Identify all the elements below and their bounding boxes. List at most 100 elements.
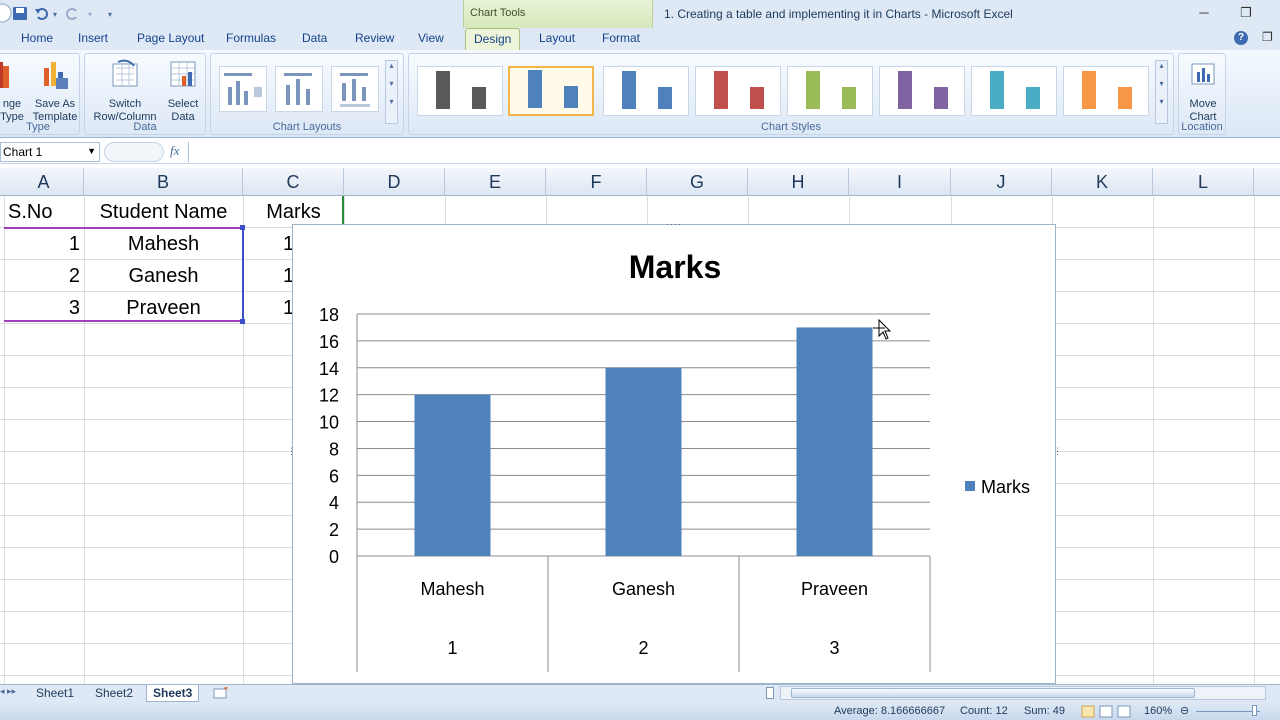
move-chart-icon: [1191, 63, 1215, 85]
legend-label: Marks: [981, 477, 1030, 497]
style-bar-1: [714, 71, 728, 109]
sheet-tab-1[interactable]: Sheet1: [30, 685, 80, 702]
column-header-j[interactable]: J: [951, 168, 1052, 196]
tab-view[interactable]: View: [418, 31, 444, 45]
zoom-out-icon[interactable]: ⊖: [1180, 704, 1189, 717]
cell-sno[interactable]: 1: [4, 233, 80, 256]
chart-style-1[interactable]: [417, 66, 503, 116]
save-as-template-label-1: Save As: [34, 98, 76, 110]
y-tick-label: 14: [319, 359, 339, 379]
type-group-label: Type: [26, 121, 50, 133]
switch-row-column-button[interactable]: Switch Row/Column: [89, 58, 161, 124]
style-bar-1: [990, 71, 1004, 109]
tab-design[interactable]: Design: [465, 28, 521, 50]
column-header-c[interactable]: C: [243, 168, 344, 196]
y-tick-label: 8: [329, 439, 339, 459]
chart-style-4[interactable]: [695, 66, 781, 116]
chart-style-5[interactable]: [787, 66, 873, 116]
column-header-b[interactable]: B: [84, 168, 243, 196]
switch-label-1: Switch: [108, 98, 142, 110]
zoom-level[interactable]: 160%: [1144, 705, 1172, 717]
column-header-i[interactable]: I: [849, 168, 951, 196]
help-icon[interactable]: ?: [1234, 31, 1248, 45]
layouts-scroll[interactable]: ▴ ▾ ▾: [385, 60, 398, 124]
tab-home[interactable]: Home: [21, 31, 53, 45]
layout-thumb-icon: [224, 73, 262, 105]
column-header-a[interactable]: A: [4, 168, 84, 196]
column-header-l[interactable]: L: [1153, 168, 1254, 196]
sheet-tab-3[interactable]: Sheet3: [146, 685, 200, 702]
chart-layout-3[interactable]: [331, 66, 379, 112]
name-box-dropdown-icon[interactable]: ▼: [87, 146, 96, 156]
style-bar-2: [842, 87, 856, 109]
chart-layout-2[interactable]: [275, 66, 323, 112]
chart-resize-handle-right[interactable]: ⋮: [1053, 446, 1062, 457]
insert-sheet-icon[interactable]: [212, 687, 230, 700]
tab-data[interactable]: Data: [302, 31, 327, 45]
chart-style-2[interactable]: [508, 66, 594, 116]
column-header-f[interactable]: F: [546, 168, 647, 196]
minimize-button[interactable]: ─: [1194, 4, 1214, 22]
insert-function-icon[interactable]: fx: [170, 143, 179, 159]
tab-page-layout[interactable]: Page Layout: [137, 31, 204, 45]
header-sno[interactable]: S.No: [8, 201, 52, 224]
style-bar-1: [898, 71, 912, 109]
tab-review[interactable]: Review: [355, 31, 394, 45]
style-bar-2: [1118, 87, 1132, 109]
horizontal-scroll-thumb[interactable]: [791, 688, 1195, 698]
tab-formulas[interactable]: Formulas: [226, 31, 276, 45]
style-bar-2: [1026, 87, 1040, 109]
cell-name[interactable]: Ganesh: [84, 265, 243, 288]
column-header-g[interactable]: G: [647, 168, 748, 196]
y-tick-label: 12: [319, 386, 339, 406]
chart-resize-handle-left[interactable]: ⋮: [287, 446, 296, 457]
tab-split-handle[interactable]: [766, 687, 774, 699]
tab-layout[interactable]: Layout: [539, 31, 575, 45]
chart-style-3[interactable]: [603, 66, 689, 116]
x-category-label: Mahesh: [420, 579, 484, 599]
chart-style-8[interactable]: [1063, 66, 1149, 116]
tab-insert[interactable]: Insert: [78, 31, 108, 45]
layout-thumb-icon: [284, 73, 312, 105]
zoom-slider-thumb[interactable]: [1252, 705, 1257, 716]
column-header-k[interactable]: K: [1052, 168, 1153, 196]
formula-input[interactable]: [188, 142, 1280, 162]
sheet-tab-2[interactable]: Sheet2: [89, 685, 139, 702]
chart-style-6[interactable]: [879, 66, 965, 116]
chart-resize-handle-top[interactable]: ····: [666, 219, 682, 229]
cell-sno[interactable]: 3: [4, 297, 80, 320]
style-bar-2: [934, 87, 948, 109]
document-restore-button[interactable]: ❐: [1262, 30, 1273, 44]
style-bar-1: [436, 71, 450, 109]
header-student-name[interactable]: Student Name: [84, 201, 243, 224]
chart-style-7[interactable]: [971, 66, 1057, 116]
horizontal-scrollbar[interactable]: [780, 686, 1266, 700]
styles-scroll[interactable]: ▴ ▾ ▾: [1155, 60, 1168, 124]
select-data-button[interactable]: Select Data: [163, 58, 203, 124]
column-header-e[interactable]: E: [445, 168, 546, 196]
data-group-label: Data: [133, 121, 157, 133]
restore-button[interactable]: ❐: [1236, 4, 1256, 22]
cell-name[interactable]: Mahesh: [84, 233, 243, 256]
name-box[interactable]: Chart 1 ▼: [0, 142, 100, 162]
sheet-nav-arrows[interactable]: ◂ ▸▸: [0, 686, 16, 697]
move-chart-button[interactable]: Move Chart: [1181, 58, 1225, 124]
cell-name[interactable]: Praveen: [84, 297, 243, 320]
legend-swatch: [965, 481, 975, 491]
embedded-chart[interactable]: Marks 0 2 4 6 8 10 12 14 16 18 Mahesh 1 Ganesh 2 Pravee…: [292, 224, 1056, 684]
header-marks[interactable]: Marks: [243, 201, 344, 224]
column-header-d[interactable]: D: [344, 168, 445, 196]
cell-sno[interactable]: 2: [4, 265, 80, 288]
chart-tools-text: Chart Tools: [470, 7, 526, 19]
column-header-h[interactable]: H: [748, 168, 849, 196]
tab-format[interactable]: Format: [602, 31, 640, 45]
zoom-slider[interactable]: [1196, 711, 1260, 712]
chart-styles-group: ▴ ▾ ▾ Chart Styles: [408, 53, 1174, 135]
change-chart-type-button[interactable]: nge Type: [0, 58, 27, 124]
save-as-template-button[interactable]: Save As Template: [31, 58, 79, 124]
chart-layout-1[interactable]: [219, 66, 267, 112]
name-box-value: Chart 1: [3, 145, 43, 159]
range-handle[interactable]: [240, 225, 245, 230]
style-bar-1: [622, 71, 636, 109]
view-buttons[interactable]: [1080, 705, 1136, 718]
